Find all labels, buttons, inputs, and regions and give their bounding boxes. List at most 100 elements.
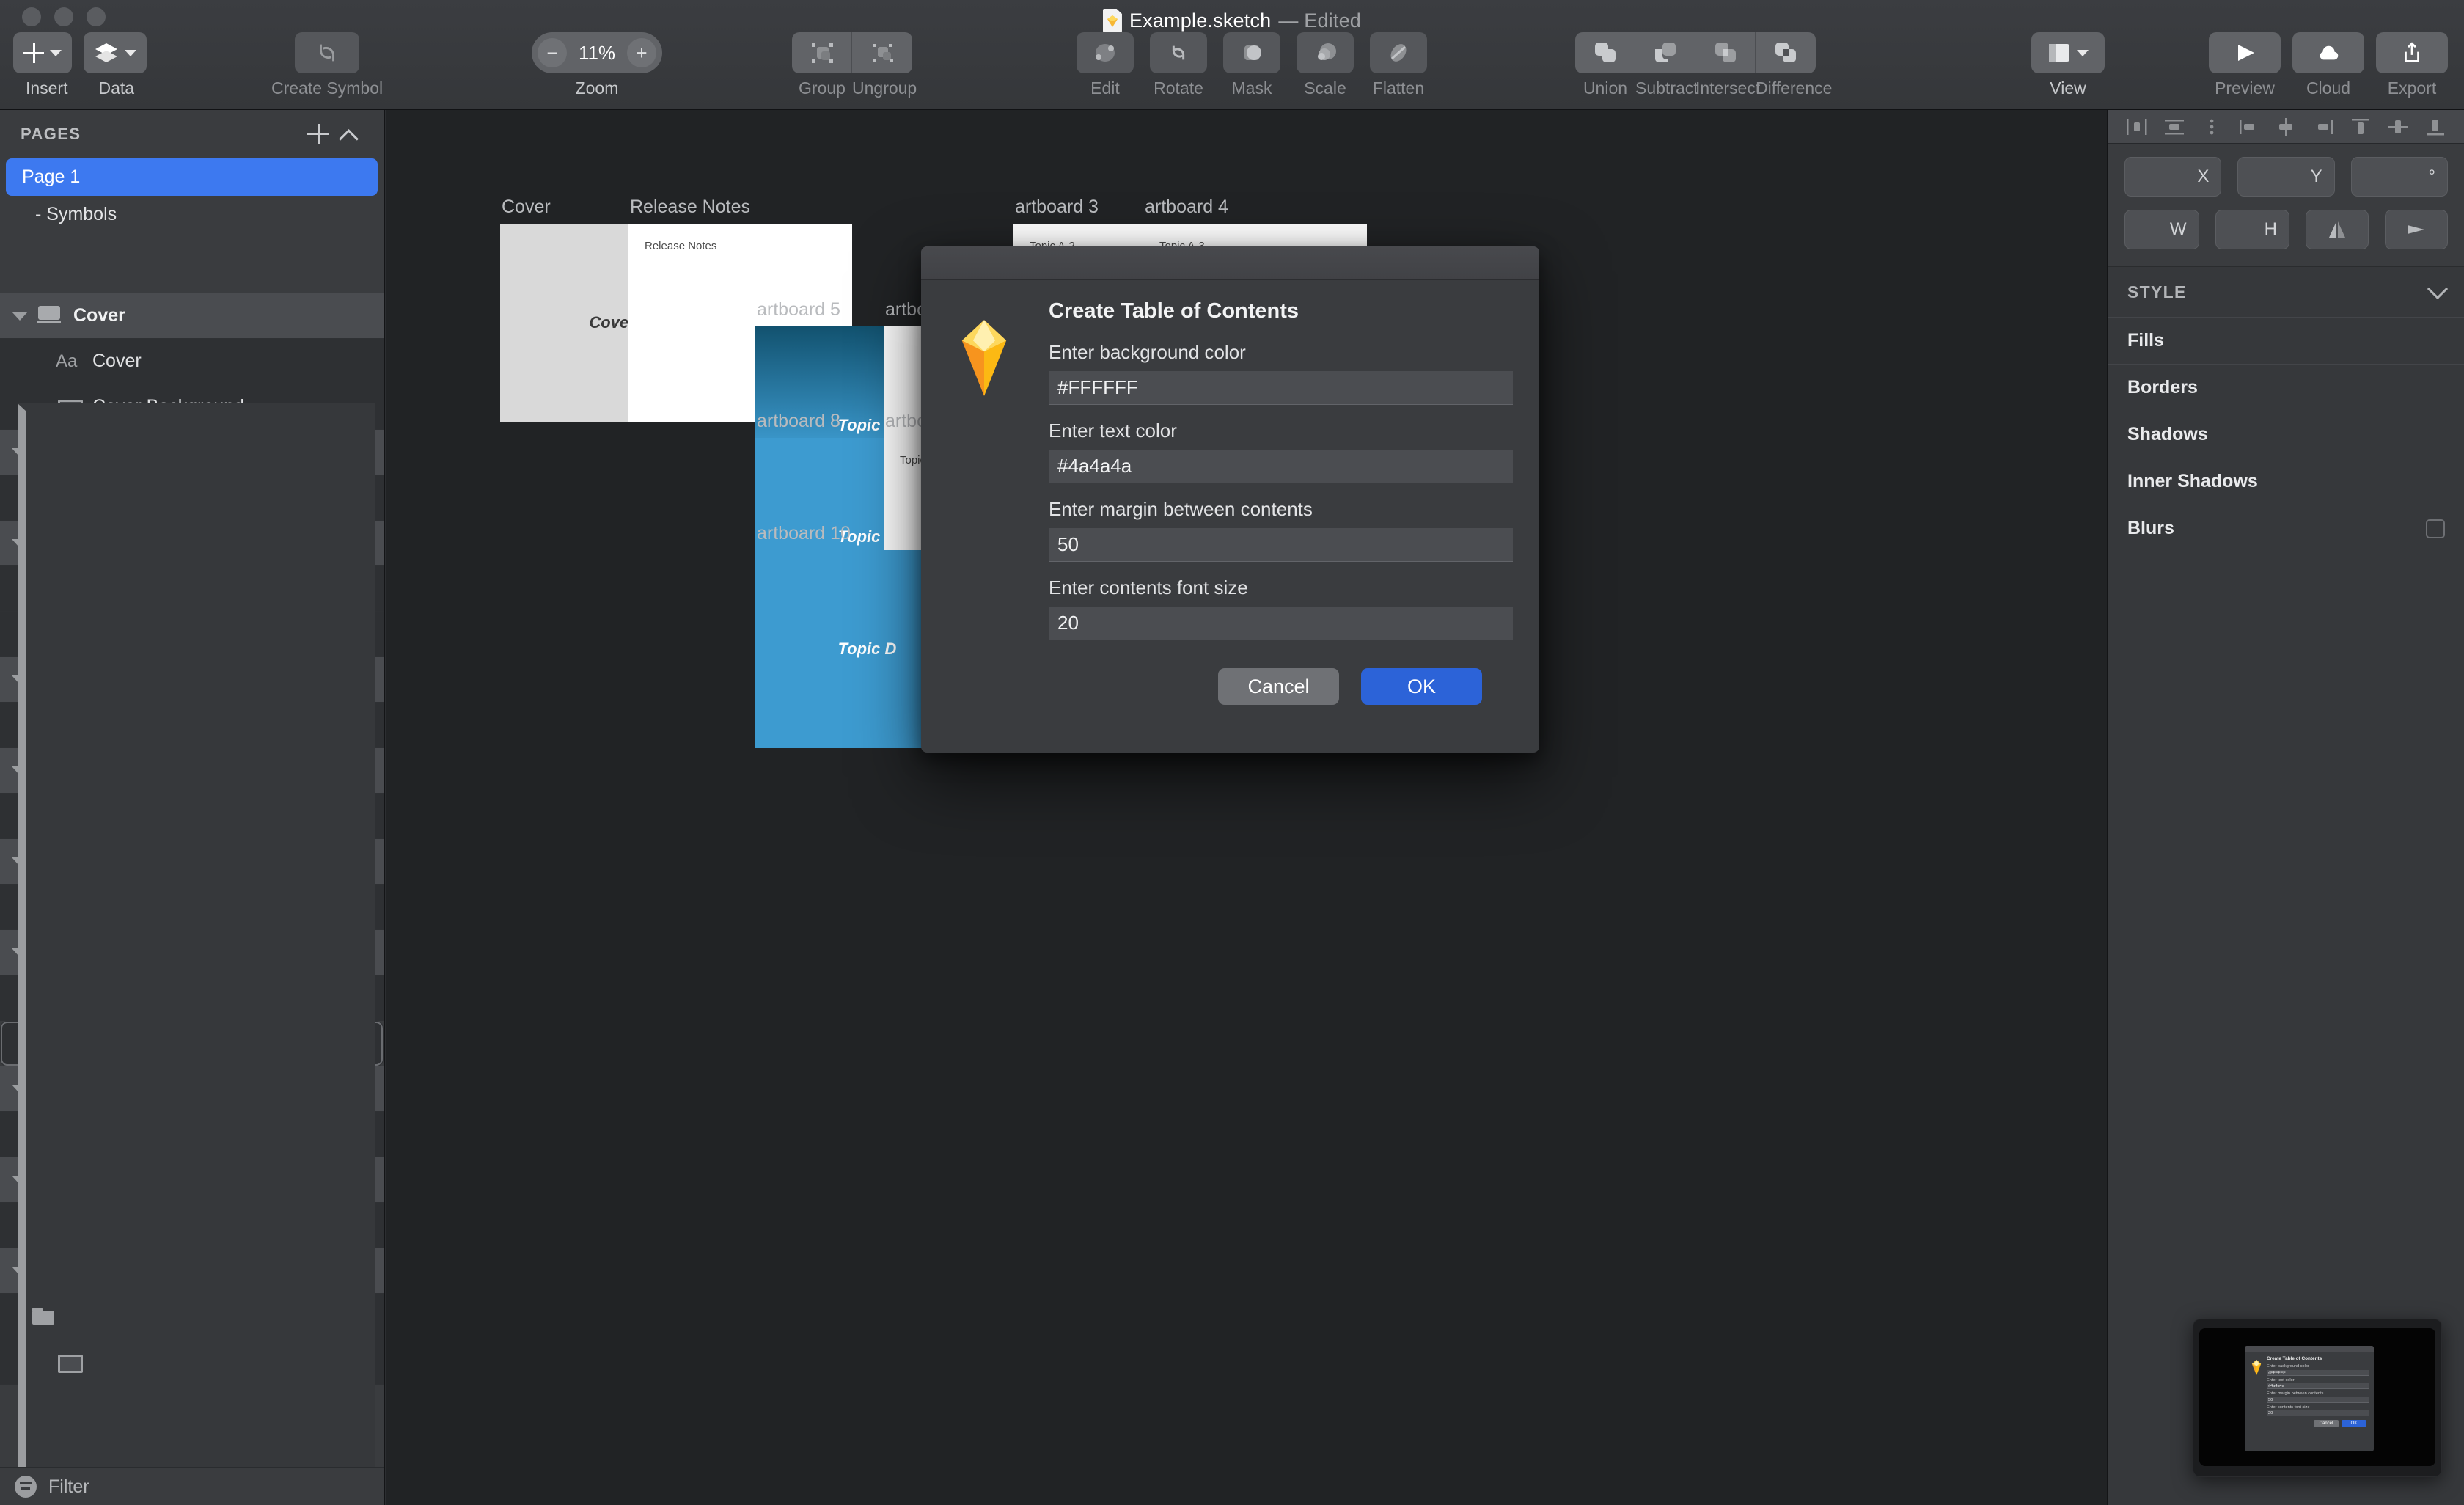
text-icon: Aa — [56, 351, 78, 371]
zoom-out-button[interactable]: − — [538, 38, 567, 67]
subtract-button[interactable] — [1635, 32, 1695, 73]
style-row-label: Fills — [2127, 330, 2165, 351]
layer-row-artboard[interactable]: Cover — [0, 293, 384, 339]
align-middle-icon[interactable] — [2386, 116, 2410, 138]
preview-button[interactable] — [2209, 32, 2281, 73]
y-field[interactable]: Y — [2237, 157, 2335, 197]
flip-horizontal-button[interactable] — [2306, 210, 2369, 249]
style-row[interactable]: Inner Shadows — [2108, 458, 2464, 505]
page-item[interactable]: - Symbols — [6, 196, 378, 233]
style-row[interactable]: Fills — [2108, 317, 2464, 364]
artboard-title[interactable]: artboard 10 — [757, 523, 851, 544]
dialog-field-label: Enter contents font size — [1049, 576, 1248, 598]
ok-button[interactable]: OK — [1361, 668, 1482, 705]
layer-filter-bar[interactable]: Filter — [0, 1467, 384, 1505]
inspector-panel: X Y ° W H STYLE Fills Borders Shadows Inner… — [2107, 110, 2464, 1505]
ungroup-label: Ungroup — [852, 78, 917, 98]
mask-button[interactable] — [1223, 32, 1280, 73]
style-row-checkbox[interactable] — [2426, 519, 2445, 538]
rotation-field[interactable]: ° — [2350, 157, 2448, 197]
filter-icon — [15, 1476, 37, 1498]
cancel-button[interactable]: Cancel — [1218, 668, 1339, 705]
edit-button[interactable] — [1077, 32, 1134, 73]
layer-row[interactable]: Aa Cover — [0, 339, 384, 384]
rectangle-icon — [56, 1351, 83, 1373]
width-field[interactable]: W — [2124, 210, 2199, 249]
layer-row[interactable]: Header1 — [0, 403, 384, 1467]
intersect-icon — [1715, 43, 1736, 62]
scale-label: Scale — [1304, 78, 1346, 98]
union-button[interactable] — [1575, 32, 1635, 73]
scale-button[interactable] — [1297, 32, 1354, 73]
page-item[interactable]: Page 1 — [6, 158, 378, 196]
style-row-label: Blurs — [2127, 518, 2174, 538]
artboard-title[interactable]: Cover — [502, 197, 551, 218]
preview-sketch-diamond-icon — [2248, 1356, 2265, 1427]
filter-input[interactable]: Filter — [48, 1476, 89, 1498]
zoom-level-value: 11% — [578, 41, 616, 64]
triangle-right-icon[interactable] — [18, 403, 375, 1467]
document-edited-status: — Edited — [1278, 9, 1362, 32]
difference-button[interactable] — [1756, 32, 1816, 73]
align-center-icon[interactable] — [2273, 116, 2298, 138]
align-bottom-icon[interactable] — [2423, 116, 2448, 138]
style-section-header[interactable]: STYLE — [2108, 267, 2464, 317]
height-field[interactable]: H — [2215, 210, 2289, 249]
group-button[interactable] — [792, 32, 852, 73]
align-right-edge-icon[interactable] — [2311, 116, 2336, 138]
ungroup-button[interactable] — [852, 32, 912, 73]
chevron-up-icon[interactable] — [338, 122, 363, 147]
insert-button[interactable] — [13, 32, 72, 73]
screen-recording-preview[interactable]: Create Table of Contents Enter backgroun… — [2193, 1319, 2442, 1477]
cloud-button[interactable] — [2292, 32, 2364, 73]
style-row[interactable]: Blurs — [2108, 505, 2464, 552]
difference-icon — [1775, 43, 1796, 62]
cloud-label: Cloud — [2306, 78, 2351, 98]
align-top-icon[interactable] — [2348, 116, 2373, 138]
rotate-icon — [1172, 45, 1185, 60]
artboard-title[interactable]: artboard 4 — [1145, 197, 1228, 218]
x-field[interactable]: X — [2124, 157, 2222, 197]
dialog-field-input[interactable]: #FFFFFF — [1049, 371, 1513, 405]
align-left-icon[interactable] — [2124, 116, 2149, 138]
align-center-horizontal-icon[interactable] — [2162, 116, 2187, 138]
triangle-down-icon[interactable] — [12, 311, 28, 321]
left-sidebar: PAGES Page 1- Symbols CoverAaCoverCover … — [0, 110, 385, 1505]
chevron-down-icon[interactable] — [2427, 278, 2449, 300]
zoom-in-button[interactable]: + — [627, 38, 656, 67]
style-row[interactable]: Borders — [2108, 364, 2464, 411]
add-page-icon[interactable] — [306, 122, 331, 147]
dialog-buttons: Cancel OK — [1049, 655, 1513, 705]
view-button[interactable] — [2031, 32, 2105, 73]
flatten-button[interactable] — [1370, 32, 1427, 73]
mask-icon — [1244, 45, 1261, 60]
view-panels-icon — [2049, 44, 2069, 62]
dialog-field-input[interactable]: 50 — [1049, 528, 1513, 562]
preview-ok-button: OK — [2342, 1420, 2366, 1427]
data-button[interactable] — [84, 32, 147, 73]
artboard-title[interactable]: artboard 5 — [757, 299, 840, 321]
export-button[interactable] — [2376, 32, 2448, 73]
align-left-edge-icon[interactable] — [2237, 116, 2262, 138]
distribute-icon[interactable] — [2199, 116, 2224, 138]
rotate-button[interactable] — [1150, 32, 1207, 73]
preview-field-input: #4a4a4a — [2267, 1383, 2369, 1389]
style-row-label: Inner Shadows — [2127, 471, 2258, 491]
zoom-control[interactable]: − 11% + — [532, 32, 662, 73]
intersect-button[interactable] — [1695, 32, 1756, 73]
dialog-field-input[interactable]: #4a4a4a — [1049, 450, 1513, 483]
dialog-title-bar[interactable] — [921, 246, 1539, 280]
pages-heading: PAGES — [21, 125, 81, 143]
edit-label: Edit — [1090, 78, 1120, 98]
create-table-of-contents-dialog: Create Table of Contents Enter backgroun… — [921, 246, 1539, 752]
cloud-icon — [2320, 45, 2339, 60]
preview-dialog: Create Table of Contents Enter backgroun… — [2245, 1346, 2374, 1451]
artboard-title[interactable]: Release Notes — [630, 197, 750, 218]
artboard-title[interactable]: artboard 3 — [1015, 197, 1099, 218]
flip-vertical-button[interactable] — [2385, 210, 2448, 249]
create-symbol-button[interactable] — [295, 32, 360, 73]
preview-field-input: 50 — [2267, 1396, 2369, 1403]
style-row[interactable]: Shadows — [2108, 411, 2464, 458]
artboard-title[interactable]: artboard 8 — [757, 411, 840, 432]
dialog-field-input[interactable]: 20 — [1049, 607, 1513, 640]
